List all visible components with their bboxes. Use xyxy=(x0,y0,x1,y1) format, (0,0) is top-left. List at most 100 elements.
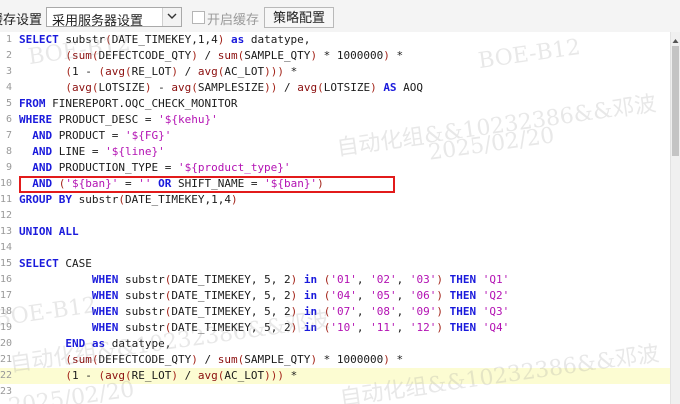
code-token: avg xyxy=(171,81,192,94)
line-number: 7 xyxy=(5,130,12,141)
line-number: 13 xyxy=(0,226,13,237)
code-token: avg xyxy=(105,369,125,382)
code-token: / xyxy=(177,65,198,78)
code-line[interactable]: 11 GROUP BY substr(DATE_TIMEKEY,1,4) xyxy=(0,192,670,208)
code-token: ( xyxy=(105,33,112,46)
code-line[interactable]: 2 (sum(DEFECTCODE_QTY) / sum(SAMPLE_QTY)… xyxy=(0,48,670,64)
code-token: , xyxy=(396,273,410,286)
code-line[interactable]: 18 WHEN substr(DATE_TIMEKEY, 5, 2) in ('… xyxy=(0,304,670,320)
code-token: ( xyxy=(118,193,125,206)
code-line[interactable]: 5 FROM FINEREPORT.OQC_CHECK_MONITOR xyxy=(0,96,670,112)
line-number: 23 xyxy=(0,386,13,397)
code-token: DATE_TIMEKEY, 5, 2 xyxy=(171,305,291,318)
sql-editor[interactable]: 1 SELECT substr(DATE_TIMEKEY,1,4) as data… xyxy=(0,32,670,404)
code-token: substr xyxy=(124,305,165,318)
line-number: 16 xyxy=(0,274,13,285)
line-number: 15 xyxy=(0,258,13,269)
code-token: '05' xyxy=(370,289,397,302)
code-line[interactable]: 15 SELECT CASE xyxy=(0,256,670,272)
code-token: DATE_TIMEKEY, 5, 2 xyxy=(171,289,291,302)
code-token: , xyxy=(356,321,371,334)
code-line[interactable]: 21 (sum(DEFECTCODE_QTY) / sum(SAMPLE_QTY… xyxy=(0,352,670,368)
code-token: DATE_TIMEKEY,1,4 xyxy=(111,33,218,46)
code-token: LINE = xyxy=(58,145,106,158)
code-line[interactable]: 14 xyxy=(0,240,670,256)
code-line[interactable]: 7 AND PRODUCT = '${FG}' xyxy=(0,128,670,144)
code-token: WHEN xyxy=(91,321,125,334)
code-token: 'Q1' xyxy=(482,273,510,286)
code-token: ) xyxy=(436,321,443,334)
line-number: 8 xyxy=(5,146,12,157)
code-token: substr xyxy=(124,289,165,302)
code-token: substr xyxy=(124,273,165,286)
code-line[interactable]: 6 WHERE PRODUCT_DESC = '${kehu}' xyxy=(0,112,670,128)
code-token: '04' xyxy=(330,289,357,302)
vertical-scrollbar[interactable] xyxy=(670,32,680,404)
code-token: * xyxy=(283,369,298,382)
code-token: DEFECTCODE_QTY xyxy=(98,49,192,62)
scroll-thumb[interactable] xyxy=(672,46,679,156)
code-token: SELECT xyxy=(19,257,66,270)
code-token: WHEN xyxy=(91,305,125,318)
code-token: AND xyxy=(32,161,59,174)
code-text: (1 - (avg(RE_LOT) / avg(AC_LOT))) * xyxy=(19,64,297,80)
code-line[interactable]: 8 AND LINE = '${line}' xyxy=(0,144,670,160)
code-token: '${line}' xyxy=(105,145,165,158)
code-line[interactable]: 12 xyxy=(0,208,670,224)
code-token: ( xyxy=(317,81,324,94)
code-token: as xyxy=(230,33,245,46)
line-number: 5 xyxy=(5,98,12,109)
code-token: , xyxy=(396,321,410,334)
code-line[interactable]: 17 WHEN substr(DATE_TIMEKEY, 5, 2) in ('… xyxy=(0,288,670,304)
code-text: (sum(DEFECTCODE_QTY) / sum(SAMPLE_QTY) *… xyxy=(19,352,403,368)
code-text: WHEN substr(DATE_TIMEKEY, 5, 2) in ('07'… xyxy=(19,304,509,320)
code-token: PRODUCT_DESC = xyxy=(58,113,159,126)
code-line[interactable]: 9 AND PRODUCTION_TYPE = '${product_type}… xyxy=(0,160,670,176)
code-token: in xyxy=(303,321,318,334)
code-line[interactable]: 4 (avg(LOTSIZE) - avg(SAMPLESIZE)) / avg… xyxy=(0,80,670,96)
code-token: '12' xyxy=(409,321,437,334)
code-text: GROUP BY substr(DATE_TIMEKEY,1,4) xyxy=(19,192,238,208)
code-token: AOQ xyxy=(396,81,424,94)
code-token: / xyxy=(197,49,218,62)
code-text: (1 - (avg(RE_LOT) / avg(AC_LOT))) * xyxy=(19,368,297,384)
code-line[interactable]: 20 END as datatype, xyxy=(0,336,670,352)
code-token: 'Q4' xyxy=(482,321,510,334)
code-text: AND PRODUCT = '${FG}' xyxy=(19,128,171,144)
code-token: ) xyxy=(383,353,390,366)
code-line[interactable]: 13 UNION ALL xyxy=(0,224,670,240)
code-token: , xyxy=(356,273,371,286)
line-number: 4 xyxy=(5,82,12,93)
code-token: LOTSIZE xyxy=(98,81,145,94)
line-number: 3 xyxy=(5,66,12,77)
code-token: UNION ALL xyxy=(19,225,79,238)
scroll-up-arrow-icon[interactable] xyxy=(671,32,680,44)
strategy-config-button[interactable]: 策略配置 xyxy=(264,7,334,28)
code-token: SAMPLE_QTY xyxy=(244,49,311,62)
code-line[interactable]: 23 xyxy=(0,384,670,400)
chevron-down-icon[interactable] xyxy=(162,8,181,26)
code-token: 1 - xyxy=(71,65,99,78)
code-token: DATE_TIMEKEY, 5, 2 xyxy=(171,321,291,334)
code-token: THEN xyxy=(449,305,483,318)
cache-mode-select[interactable]: 采用服务器设置 xyxy=(46,7,182,29)
code-line[interactable]: 3 (1 - (avg(RE_LOT) / avg(AC_LOT))) * xyxy=(0,64,670,80)
code-token: SELECT xyxy=(19,33,66,46)
code-token: FINEREPORT.OQC_CHECK_MONITOR xyxy=(52,97,238,110)
line-number: 21 xyxy=(0,354,13,365)
code-token: ) xyxy=(230,193,238,206)
code-line[interactable]: 1 SELECT substr(DATE_TIMEKEY,1,4) as data… xyxy=(0,32,670,48)
code-line[interactable]: 22 (1 - (avg(RE_LOT) / avg(AC_LOT))) * xyxy=(0,368,670,384)
code-text: WHEN substr(DATE_TIMEKEY, 5, 2) in ('01'… xyxy=(19,272,509,288)
code-token: ( xyxy=(65,353,72,366)
enable-cache-checkbox[interactable] xyxy=(192,11,205,24)
code-line[interactable]: 16 WHEN substr(DATE_TIMEKEY, 5, 2) in ('… xyxy=(0,272,670,288)
code-line[interactable]: 19 WHEN substr(DATE_TIMEKEY, 5, 2) in ('… xyxy=(0,320,670,336)
